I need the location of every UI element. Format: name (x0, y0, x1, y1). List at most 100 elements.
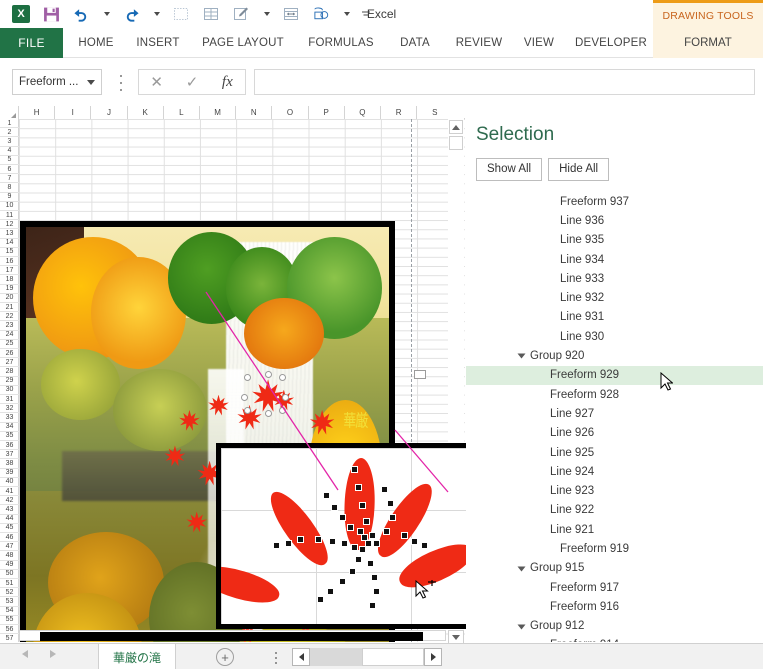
row-header-5[interactable]: 5 (0, 156, 19, 165)
row-header-34[interactable]: 34 (0, 423, 19, 432)
show-all-button[interactable]: Show All (476, 158, 542, 181)
row-header-50[interactable]: 50 (0, 570, 19, 579)
row-header-4[interactable]: 4 (0, 147, 19, 156)
tab-home[interactable]: HOME (73, 28, 119, 58)
selection-shape-item[interactable]: Line 934 (466, 250, 763, 269)
column-header-P[interactable]: P (309, 106, 345, 119)
row-header-28[interactable]: 28 (0, 367, 19, 376)
expand-collapse-triangle-icon[interactable] (518, 566, 526, 571)
column-header-K[interactable]: K (128, 106, 164, 119)
row-header-49[interactable]: 49 (0, 561, 19, 570)
row-header-47[interactable]: 47 (0, 542, 19, 551)
selection-shape-item[interactable]: Line 931 (466, 308, 763, 327)
tab-developer[interactable]: DEVELOPER (568, 28, 654, 58)
column-header-O[interactable]: O (272, 106, 308, 119)
selection-shape-item[interactable]: Freeform 917 (466, 578, 763, 597)
selection-shape-item[interactable]: Line 935 (466, 231, 763, 250)
row-header-22[interactable]: 22 (0, 312, 19, 321)
row-header-51[interactable]: 51 (0, 579, 19, 588)
row-header-23[interactable]: 23 (0, 321, 19, 330)
sheet-nav-arrows[interactable] (22, 650, 56, 658)
scroll-down-button[interactable] (448, 630, 464, 644)
shape-selection-handles[interactable] (244, 374, 286, 414)
vertical-scroll-thumb[interactable] (449, 136, 463, 150)
column-header-J[interactable]: J (91, 106, 127, 119)
insert-function-icon[interactable]: fx (210, 70, 245, 94)
next-sheet-icon[interactable] (50, 650, 56, 658)
row-header-2[interactable]: 2 (0, 128, 19, 137)
row-header-35[interactable]: 35 (0, 432, 19, 441)
row-header-52[interactable]: 52 (0, 588, 19, 597)
row-header-39[interactable]: 39 (0, 469, 19, 478)
expand-collapse-triangle-icon[interactable] (518, 624, 526, 629)
row-header-13[interactable]: 13 (0, 229, 19, 238)
tab-review[interactable]: REVIEW (448, 28, 510, 58)
row-header-29[interactable]: 29 (0, 377, 19, 386)
row-header-38[interactable]: 38 (0, 459, 19, 468)
selection-shape-item[interactable]: Freeform 916 (466, 597, 763, 616)
selection-shape-item[interactable]: Freeform 929 (466, 366, 763, 385)
row-header-30[interactable]: 30 (0, 386, 19, 395)
row-header-40[interactable]: 40 (0, 478, 19, 487)
column-header-Q[interactable]: Q (345, 106, 381, 119)
column-header-H[interactable]: H (19, 106, 55, 119)
row-header-16[interactable]: 16 (0, 257, 19, 266)
column-header-L[interactable]: L (164, 106, 200, 119)
horizontal-scroll-thumb[interactable] (40, 632, 423, 641)
row-header-8[interactable]: 8 (0, 183, 19, 192)
row-header-3[interactable]: 3 (0, 137, 19, 146)
row-header-25[interactable]: 25 (0, 340, 19, 349)
column-header-R[interactable]: R (381, 106, 417, 119)
tab-data[interactable]: DATA (392, 28, 438, 58)
scroll-right-button[interactable] (424, 648, 442, 666)
row-header-41[interactable]: 41 (0, 487, 19, 496)
leaf-edit-points[interactable] (239, 456, 479, 626)
select-all-corner[interactable] (0, 106, 19, 119)
selection-shape-item[interactable]: Line 922 (466, 501, 763, 520)
row-header-42[interactable]: 42 (0, 496, 19, 505)
column-header-M[interactable]: M (200, 106, 236, 119)
selection-shape-item[interactable]: Line 924 (466, 462, 763, 481)
row-header-20[interactable]: 20 (0, 294, 19, 303)
selection-shape-item[interactable]: Freeform 937 (466, 192, 763, 211)
selection-shape-item[interactable]: Line 923 (466, 481, 763, 500)
row-header-12[interactable]: 12 (0, 220, 19, 229)
bottom-scroll-track[interactable] (310, 648, 424, 666)
selection-shape-item[interactable]: Line 925 (466, 443, 763, 462)
row-header-7[interactable]: 7 (0, 174, 19, 183)
selection-group-item[interactable]: Group 915 (466, 559, 763, 578)
selection-shape-item[interactable]: Freeform 928 (466, 385, 763, 404)
selection-shape-item[interactable]: Line 932 (466, 288, 763, 307)
column-header-I[interactable]: I (55, 106, 91, 119)
row-header-9[interactable]: 9 (0, 193, 19, 202)
tab-view[interactable]: VIEW (516, 28, 562, 58)
scroll-left-button[interactable] (292, 648, 310, 666)
tab-format[interactable]: FORMAT (653, 28, 763, 58)
selection-group-item[interactable]: Group 912 (466, 617, 763, 636)
selection-pane-list[interactable]: Freeform 937Line 936Line 935Line 934Line… (466, 192, 763, 642)
row-header-17[interactable]: 17 (0, 266, 19, 275)
formula-input[interactable] (254, 69, 755, 95)
row-header-48[interactable]: 48 (0, 551, 19, 560)
row-header-32[interactable]: 32 (0, 404, 19, 413)
selected-cell[interactable] (414, 370, 426, 379)
row-header-11[interactable]: 11 (0, 211, 19, 220)
column-header-N[interactable]: N (236, 106, 272, 119)
row-header-19[interactable]: 19 (0, 285, 19, 294)
row-header-10[interactable]: 10 (0, 202, 19, 211)
selection-shape-item[interactable]: Line 933 (466, 269, 763, 288)
tab-formulas[interactable]: FORMULAS (300, 28, 382, 58)
tab-insert[interactable]: INSERT (131, 28, 185, 58)
row-header-15[interactable]: 15 (0, 248, 19, 257)
maple-leaf-edit-shape[interactable] (239, 456, 479, 626)
hide-all-button[interactable]: Hide All (548, 158, 609, 181)
row-header-33[interactable]: 33 (0, 413, 19, 422)
row-header-36[interactable]: 36 (0, 441, 19, 450)
selection-shape-item[interactable]: Line 930 (466, 327, 763, 346)
bottom-horizontal-scrollbar[interactable] (292, 648, 442, 666)
scroll-up-button[interactable] (449, 120, 463, 134)
tab-file[interactable]: FILE (0, 28, 63, 58)
row-header-6[interactable]: 6 (0, 165, 19, 174)
new-sheet-button[interactable]: + (216, 648, 234, 666)
enter-icon[interactable]: ✓ (174, 70, 209, 94)
